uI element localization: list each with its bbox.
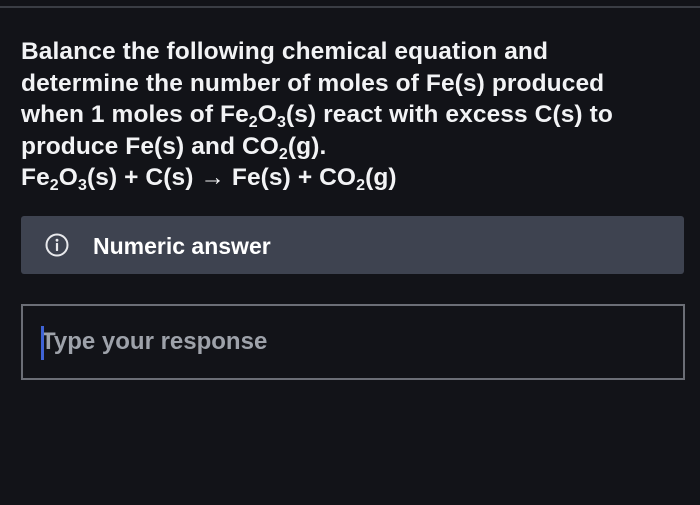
question-text: Balance the following chemical equation … <box>21 36 681 194</box>
question-line-4-b: (g). <box>287 132 327 160</box>
subscript: 2 <box>278 145 288 163</box>
subscript: 3 <box>77 177 87 194</box>
subscript: 2 <box>248 114 258 131</box>
question-line-4-a: produce Fe(s) and CO <box>21 132 279 160</box>
top-divider <box>0 6 700 8</box>
numeric-answer-label: Numeric answer <box>93 233 271 259</box>
equation-part-d: (g) <box>365 164 397 191</box>
equation-part-b: O <box>58 164 78 191</box>
equation-part-c: (s) + C(s) → Fe(s) + CO <box>86 164 357 191</box>
question-line-1: Balance the following chemical equation … <box>21 38 549 65</box>
subscript: 2 <box>49 177 59 194</box>
equation-part-a: Fe <box>21 164 50 191</box>
subscript: 2 <box>356 177 366 194</box>
question-line-2: determine the number of moles of Fe(s) p… <box>21 69 605 97</box>
response-input[interactable] <box>23 306 683 378</box>
info-icon <box>45 233 69 257</box>
chemical-equation: Fe2O3(s) + C(s) → Fe(s) + CO2(g) <box>21 162 681 194</box>
response-box[interactable] <box>21 304 685 380</box>
question-line-3: when 1 moles of Fe2O3(s) react with exce… <box>21 99 681 131</box>
numeric-answer-banner: Numeric answer <box>21 216 684 274</box>
text-caret <box>41 326 44 360</box>
subscript: 3 <box>276 114 286 131</box>
question-line-4: produce Fe(s) and CO2(g). <box>21 131 681 163</box>
question-line-3-a: when 1 moles of Fe <box>21 101 249 128</box>
question-line-3-c: (s) react with excess C(s) to <box>285 101 613 128</box>
question-line-3-b: O <box>257 101 277 128</box>
